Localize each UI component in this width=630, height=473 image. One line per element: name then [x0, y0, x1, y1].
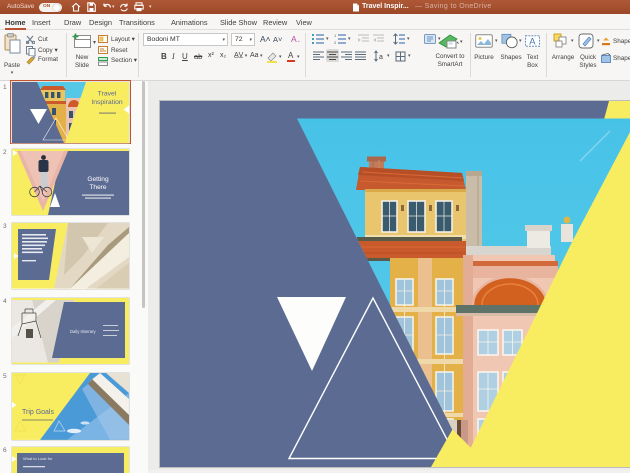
svg-text:a: a — [379, 54, 383, 61]
svg-text:What to Look for: What to Look for — [23, 456, 53, 461]
svg-text:2: 2 — [334, 40, 337, 44]
svg-text:Getting: Getting — [87, 176, 109, 183]
svg-text:Inspiration: Inspiration — [91, 99, 123, 106]
svg-text:Trip Goals: Trip Goals — [22, 409, 54, 416]
svg-text:There: There — [89, 184, 107, 191]
svg-text:A: A — [529, 36, 536, 47]
svg-text:Travel: Travel — [98, 90, 117, 97]
svg-text:1: 1 — [334, 34, 337, 38]
svg-text:Daily Itinerary: Daily Itinerary — [70, 329, 97, 334]
